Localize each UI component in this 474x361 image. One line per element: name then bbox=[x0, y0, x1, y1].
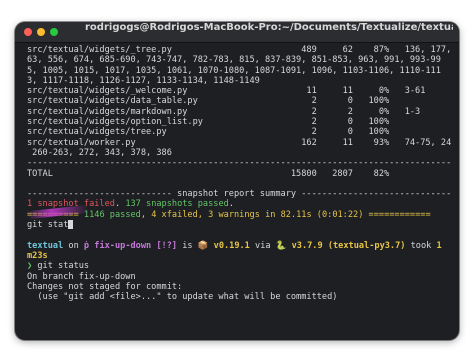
terminal-text: , bbox=[140, 209, 152, 220]
terminal-line: src/textual/widgets/option_list.py 2 0 1… bbox=[27, 117, 451, 127]
title-bar[interactable]: rodrigogs@Rodrigos-MacBook-Pro:~/Documen… bbox=[15, 22, 459, 43]
terminal-output[interactable]: src/textual/widgets/_tree.py 489 62 87% … bbox=[27, 45, 451, 336]
terminal-line: 63, 556, 674, 685-690, 743-747, 782-783,… bbox=[27, 55, 451, 65]
terminal-text: git status bbox=[32, 261, 90, 272]
terminal-text: . bbox=[114, 199, 126, 210]
terminal-text: ---------------------------- snapshot re… bbox=[27, 189, 451, 200]
terminal-line: On branch fix-up-down bbox=[27, 272, 451, 282]
terminal-text: ṗ fix-up-down [!?] bbox=[83, 240, 178, 251]
terminal-text: . bbox=[228, 199, 234, 210]
terminal-line: (use "git add <file>..." to update what … bbox=[27, 292, 451, 302]
terminal-text: , bbox=[197, 209, 209, 220]
terminal-line: m23s bbox=[27, 251, 451, 261]
terminal-line: src/textual/widgets/tree.py 2 0 100% bbox=[27, 127, 451, 137]
terminal-line: 5, 1005, 1015, 1017, 1035, 1061, 1070-10… bbox=[27, 66, 451, 76]
window-controls bbox=[24, 28, 58, 36]
terminal-line: git stat bbox=[27, 220, 451, 230]
terminal-text: 63, 556, 674, 685-690, 743-747, 782-783,… bbox=[27, 55, 441, 66]
terminal-line: src/textual/worker.py 162 11 93% 74-75, … bbox=[27, 138, 451, 148]
terminal-text: Changes not staged for commit: bbox=[27, 281, 183, 292]
terminal-text: git stat bbox=[27, 220, 69, 231]
terminal-line: TOTAL 15800 2807 82% bbox=[27, 169, 451, 179]
terminal-text: via bbox=[249, 240, 276, 251]
text-cursor bbox=[68, 220, 74, 230]
terminal-text: in 82.11s (0:01:22) ============ bbox=[259, 209, 431, 220]
terminal-line: ----------------------------------------… bbox=[27, 158, 451, 168]
window-title: rodrigogs@Rodrigos-MacBook-Pro:~/Documen… bbox=[85, 22, 453, 33]
terminal-text: took bbox=[405, 240, 437, 251]
terminal-line: textual on ṗ fix-up-down [!?] is 📦 v0.19… bbox=[27, 241, 451, 251]
terminal-line: 260-263, 272, 343, 378, 386 bbox=[27, 148, 451, 158]
terminal-text: TOTAL 15800 2807 82% bbox=[27, 168, 390, 179]
terminal-text: 📦 v0.19.1 bbox=[197, 240, 250, 251]
terminal-window: rodrigogs@Rodrigos-MacBook-Pro:~/Documen… bbox=[15, 22, 459, 340]
terminal-text: 1 bbox=[436, 240, 442, 251]
close-window-button[interactable] bbox=[24, 28, 32, 36]
terminal-line: src/textual/widgets/_tree.py 489 62 87% … bbox=[27, 45, 451, 55]
terminal-line: 1 snapshot failed. 137 snapshots passed. bbox=[27, 199, 451, 220]
terminal-line: src/textual/widgets/_welcome.py 11 11 0%… bbox=[27, 86, 451, 96]
terminal-text: 3, 1117-1118, 1126-1127, 1133-1134, 1148… bbox=[27, 75, 260, 86]
terminal-text: src/textual/widgets/_welcome.py 11 11 0%… bbox=[27, 86, 426, 97]
terminal-text: ----------------------------------------… bbox=[27, 158, 451, 169]
terminal-text: 5, 1005, 1015, 1017, 1035, 1061, 1070-10… bbox=[27, 65, 441, 76]
terminal-text: 3 warnings bbox=[208, 209, 260, 220]
terminal-line: src/textual/widgets/markdown.py 2 2 0% 1… bbox=[27, 107, 451, 117]
terminal-text: 🐍 v3.7.9 (textual-py3.7) bbox=[275, 240, 406, 251]
terminal-line: Changes not staged for commit: bbox=[27, 282, 451, 292]
terminal-line: 3, 1117-1118, 1126-1127, 1133-1134, 1148… bbox=[27, 76, 451, 86]
zoom-window-button[interactable] bbox=[50, 28, 58, 36]
terminal-text: src/textual/widgets/option_list.py 2 0 1… bbox=[27, 117, 390, 128]
terminal-line: ---------------------------- snapshot re… bbox=[27, 189, 451, 199]
terminal-text: m23s bbox=[27, 250, 48, 261]
terminal-line: ========== 1146 passed, 4 xfailed, 3 war… bbox=[27, 210, 451, 220]
terminal-text: src/textual/worker.py 162 11 93% 74-75, … bbox=[27, 137, 451, 148]
terminal-text: On branch fix-up-down bbox=[27, 271, 136, 282]
terminal-text: (use "git add <file>..." to update what … bbox=[27, 292, 338, 303]
minimize-window-button[interactable] bbox=[37, 28, 45, 36]
terminal-text: on bbox=[63, 240, 84, 251]
terminal-text: 137 snapshots passed bbox=[125, 199, 229, 210]
terminal-line: src/textual/widgets/data_table.py 2 0 10… bbox=[27, 96, 451, 106]
terminal-text: 260-263, 272, 343, 378, 386 bbox=[27, 147, 172, 158]
terminal-text: is bbox=[177, 240, 198, 251]
terminal-text: src/textual/widgets/markdown.py 2 2 0% 1… bbox=[27, 106, 421, 117]
terminal-text: textual bbox=[27, 240, 64, 251]
terminal-text: 1146 passed bbox=[83, 209, 141, 220]
terminal-line: ❯ git status bbox=[27, 261, 451, 271]
terminal-text: 4 xfailed bbox=[151, 209, 198, 220]
terminal-text: src/textual/widgets/data_table.py 2 0 10… bbox=[27, 96, 390, 107]
terminal-text: src/textual/widgets/tree.py 2 0 100% bbox=[27, 127, 390, 138]
terminal-text: src/textual/widgets/_tree.py 489 62 87% … bbox=[27, 45, 451, 55]
